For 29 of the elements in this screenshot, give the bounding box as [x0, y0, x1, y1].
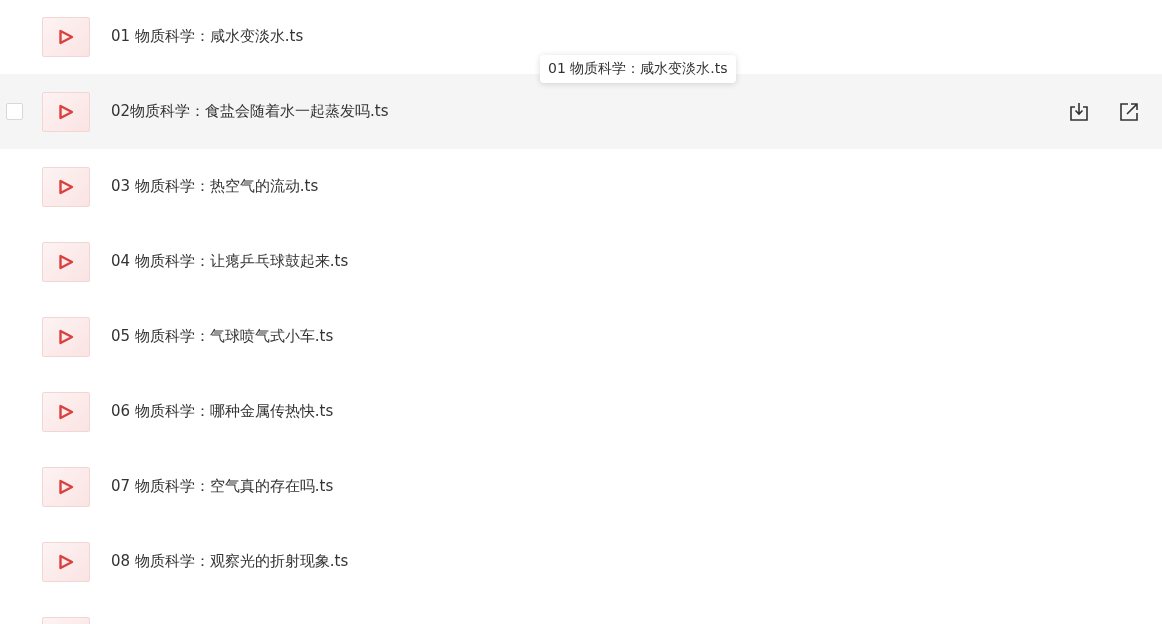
video-thumbnail[interactable]: [42, 241, 90, 282]
file-name[interactable]: 03 物质科学：热空气的流动.ts: [111, 177, 319, 196]
play-icon: [58, 103, 74, 120]
file-name[interactable]: 04 物质科学：让瘪乒乓球鼓起来.ts: [111, 252, 349, 271]
play-icon: [58, 478, 74, 495]
video-thumbnail[interactable]: [42, 391, 90, 432]
video-thumbnail[interactable]: [42, 166, 90, 207]
play-icon: [58, 403, 74, 420]
file-name[interactable]: 07 物质科学：空气真的存在吗.ts: [111, 477, 334, 496]
open-external-icon[interactable]: [1118, 100, 1140, 123]
video-thumbnail[interactable]: [42, 91, 90, 132]
play-icon: [58, 553, 74, 570]
file-name[interactable]: 02物质科学：食盐会随着水一起蒸发吗.ts: [111, 102, 389, 121]
video-thumbnail[interactable]: [42, 316, 90, 357]
play-icon: [58, 253, 74, 270]
file-name[interactable]: 08 物质科学：观察光的折射现象.ts: [111, 552, 349, 571]
file-name[interactable]: 06 物质科学：哪种金属传热快.ts: [111, 402, 334, 421]
video-thumbnail[interactable]: [42, 541, 90, 582]
play-icon: [58, 28, 74, 45]
file-row[interactable]: 02物质科学：食盐会随着水一起蒸发吗.ts: [0, 74, 1162, 149]
checkbox[interactable]: [6, 103, 23, 120]
video-thumbnail[interactable]: [42, 466, 90, 507]
play-icon: [58, 178, 74, 195]
video-thumbnail[interactable]: [42, 16, 90, 57]
file-name[interactable]: 05 物质科学：气球喷气式小车.ts: [111, 327, 334, 346]
download-icon[interactable]: [1068, 100, 1090, 123]
tooltip: 01 物质科学：咸水变淡水.ts: [540, 55, 736, 83]
play-icon: [58, 328, 74, 345]
file-name[interactable]: 01 物质科学：咸水变淡水.ts: [111, 27, 304, 46]
